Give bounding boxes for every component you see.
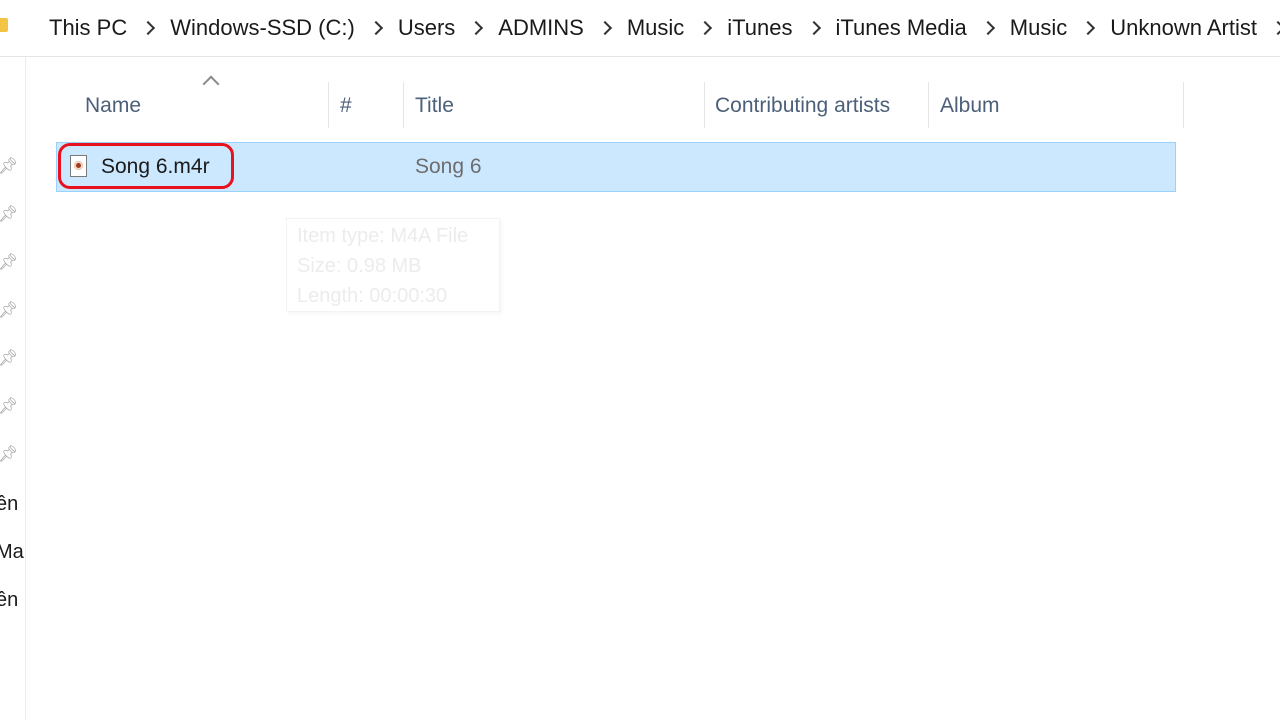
- chevron-right-icon[interactable]: [1270, 20, 1280, 36]
- column-divider[interactable]: [704, 82, 705, 128]
- column-header-number[interactable]: #: [340, 80, 402, 132]
- breadcrumb-admins[interactable]: ADMINS: [498, 15, 584, 41]
- tooltip-length: Length: 00:00:30: [297, 285, 448, 307]
- pin-icon[interactable]: 📌︎: [0, 303, 18, 319]
- sort-ascending-icon: [202, 75, 220, 93]
- column-header-contributing-artists-label: Contributing artists: [715, 94, 891, 117]
- chevron-right-icon[interactable]: [698, 20, 713, 36]
- breadcrumb-windows-ssd[interactable]: Windows-SSD (C:): [170, 15, 355, 41]
- column-header-row: Name # Title Contributing artists Album: [72, 75, 1184, 132]
- pin-icon[interactable]: 📌︎: [0, 159, 18, 175]
- column-header-title[interactable]: Title: [415, 80, 703, 132]
- breadcrumb-itunes[interactable]: iTunes: [727, 15, 792, 41]
- file-title: Song 6: [415, 155, 482, 178]
- pin-icon[interactable]: 📌︎: [0, 399, 18, 415]
- chevron-right-icon[interactable]: [597, 20, 612, 36]
- file-info-tooltip: Item type: M4A File Size: 0.98 MB Length…: [286, 218, 500, 312]
- column-divider[interactable]: [403, 82, 404, 128]
- column-divider[interactable]: [1183, 82, 1184, 128]
- pin-icon[interactable]: 📌︎: [0, 207, 18, 223]
- column-header-name[interactable]: Name: [85, 75, 325, 132]
- breadcrumb-music[interactable]: Music: [627, 15, 684, 41]
- chevron-right-icon[interactable]: [141, 20, 156, 36]
- column-divider[interactable]: [928, 82, 929, 128]
- column-header-title-label: Title: [415, 94, 454, 117]
- address-bar[interactable]: This PC Windows-SSD (C:) Users ADMINS Mu…: [0, 0, 1280, 57]
- chevron-right-icon[interactable]: [980, 20, 995, 36]
- navigation-pane: 📌︎ 📌︎ 📌︎ 📌︎ 📌︎ 📌︎ 📌︎ ên Ma ên: [0, 57, 26, 720]
- column-header-number-label: #: [340, 94, 352, 117]
- column-header-album-label: Album: [940, 94, 1000, 117]
- column-header-contributing-artists[interactable]: Contributing artists: [715, 80, 927, 132]
- breadcrumb-unknown-artist[interactable]: Unknown Artist: [1110, 15, 1257, 41]
- pin-icon[interactable]: 📌︎: [0, 351, 18, 367]
- column-header-name-label: Name: [85, 94, 142, 117]
- nav-item-label[interactable]: ên: [0, 589, 18, 612]
- chevron-right-icon[interactable]: [368, 20, 383, 36]
- breadcrumb-music-2[interactable]: Music: [1010, 15, 1067, 41]
- breadcrumb-users[interactable]: Users: [398, 15, 455, 41]
- chevron-right-icon[interactable]: [806, 20, 821, 36]
- folder-icon: [0, 18, 8, 32]
- chevron-right-icon[interactable]: [469, 20, 484, 36]
- tooltip-item-type: Item type: M4A File: [297, 225, 469, 247]
- highlight-annotation: [58, 143, 234, 189]
- tooltip-size: Size: 0.98 MB: [297, 255, 422, 277]
- pin-icon[interactable]: 📌︎: [0, 255, 18, 271]
- column-divider[interactable]: [328, 82, 329, 128]
- breadcrumb-itunes-media[interactable]: iTunes Media: [836, 15, 967, 41]
- pin-icon[interactable]: 📌︎: [0, 447, 18, 463]
- nav-item-label[interactable]: ên: [0, 493, 18, 516]
- breadcrumb-this-pc[interactable]: This PC: [49, 15, 127, 41]
- chevron-right-icon[interactable]: [1081, 20, 1096, 36]
- breadcrumb: This PC Windows-SSD (C:) Users ADMINS Mu…: [49, 0, 1280, 56]
- nav-item-label[interactable]: Ma: [0, 541, 24, 564]
- column-header-album[interactable]: Album: [940, 80, 1180, 132]
